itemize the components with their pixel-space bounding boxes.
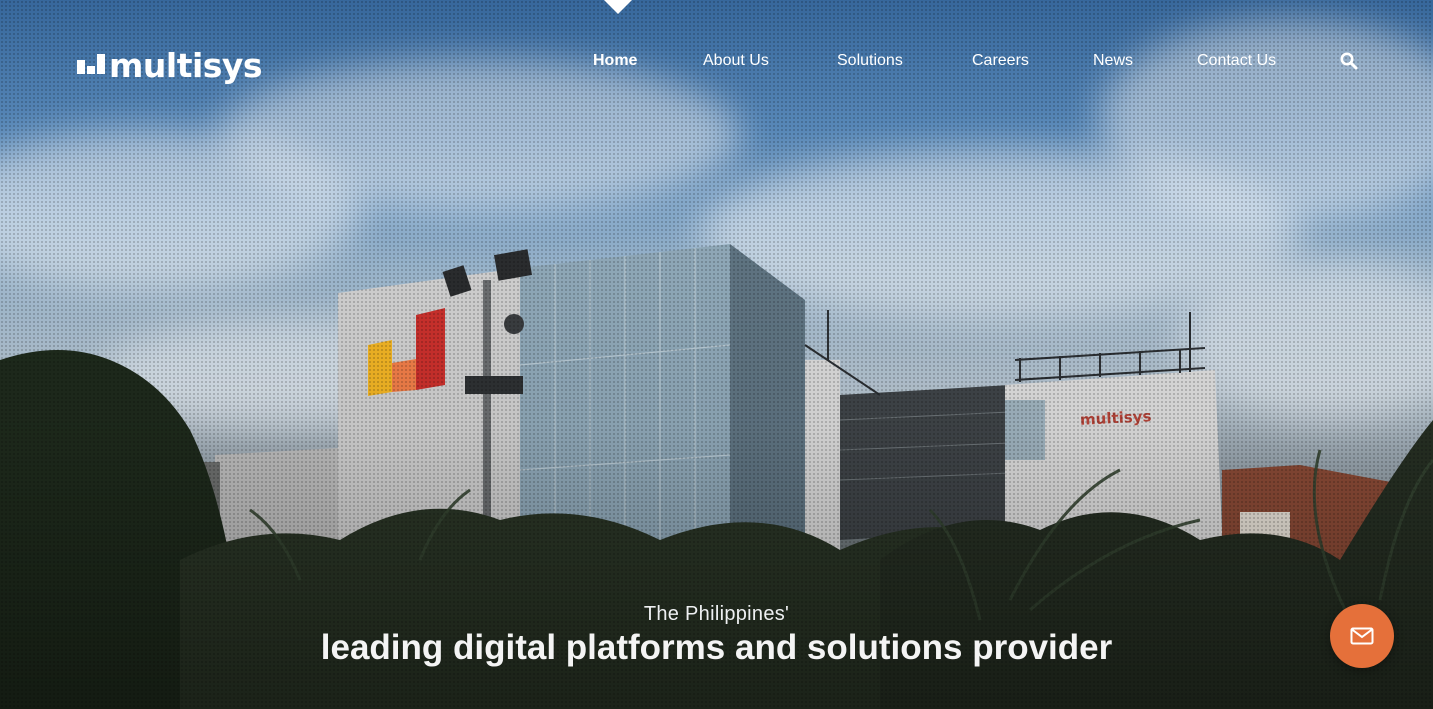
active-nav-indicator	[604, 0, 632, 14]
nav-about-us[interactable]: About Us	[703, 52, 837, 70]
contact-mail-button[interactable]	[1330, 604, 1394, 668]
mail-icon	[1350, 627, 1374, 645]
building-sign: multisys	[1079, 407, 1152, 429]
nav-contact-us[interactable]: Contact Us	[1197, 52, 1276, 70]
main-nav: Home About Us Solutions Careers News Con…	[593, 50, 1276, 72]
nav-careers[interactable]: Careers	[972, 52, 1093, 70]
search-button[interactable]	[1340, 52, 1358, 70]
nav-solutions[interactable]: Solutions	[837, 52, 972, 70]
logo-mark-icon	[77, 54, 105, 74]
nav-home[interactable]: Home	[593, 52, 703, 70]
hero-tagline: The Philippines'	[643, 603, 790, 625]
search-icon	[1340, 52, 1358, 70]
logo-text: multisys	[109, 46, 263, 85]
logo[interactable]: multisys	[77, 40, 263, 85]
nav-news[interactable]: News	[1093, 52, 1197, 70]
hero-headline: leading digital platforms and solutions …	[320, 628, 1113, 667]
hero-section: multisys multisys Home About Us Solution…	[0, 0, 1433, 709]
